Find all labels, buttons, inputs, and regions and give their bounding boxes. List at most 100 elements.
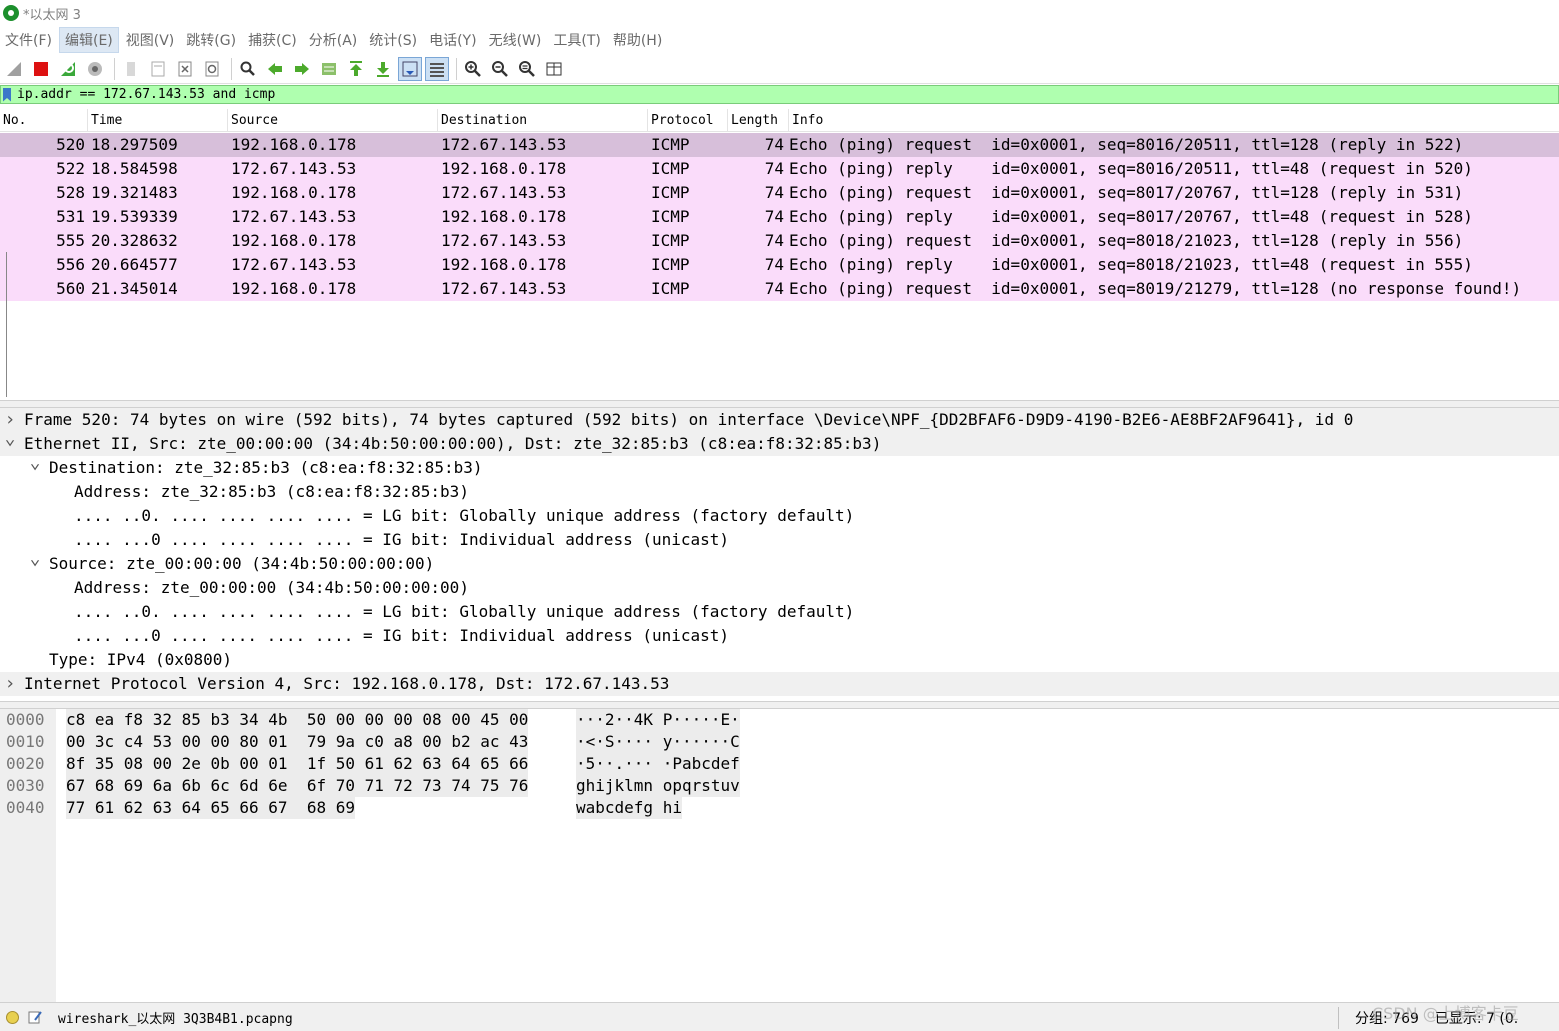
packet-row[interactable]: 531 19.539339 172.67.143.53 192.168.0.178 IC…: [0, 205, 1559, 229]
packet-row[interactable]: 556 20.664577 172.67.143.53 192.168.0.178 IC…: [0, 253, 1559, 277]
packet-destination: 172.67.143.53: [441, 231, 567, 250]
last-packet-icon[interactable]: [371, 57, 395, 81]
go-forward-icon[interactable]: [290, 57, 314, 81]
hex-offset[interactable]: 0020: [6, 753, 45, 775]
hex-bytes[interactable]: 8f 35 08 00 2e 0b 00 01 1f 50 61 62 63 6…: [66, 753, 529, 775]
column-header-destination[interactable]: Destination: [438, 109, 648, 131]
packet-rows: 520 18.297509 192.168.0.178 172.67.143.53 IC…: [0, 133, 1559, 301]
resize-columns-icon[interactable]: [542, 57, 566, 81]
zoom-out-icon[interactable]: [488, 57, 512, 81]
detail-tree-item[interactable]: ⌄ Source: zte_00:00:00 (34:4b:50:00:00:00…: [0, 548, 1559, 576]
menu-edit[interactable]: 编辑(E): [58, 27, 119, 53]
hex-offset[interactable]: 0000: [6, 709, 45, 731]
reload-file-icon[interactable]: [200, 57, 224, 81]
close-file-icon[interactable]: [173, 57, 197, 81]
go-to-packet-icon[interactable]: [317, 57, 341, 81]
packet-length: 74: [764, 159, 784, 178]
hex-ascii[interactable]: ···2··4K P·····E·: [576, 709, 740, 731]
packet-row[interactable]: 522 18.584598 172.67.143.53 192.168.0.178 IC…: [0, 157, 1559, 181]
shark-fin-start-icon[interactable]: [2, 57, 26, 81]
menu-file[interactable]: 文件(F): [0, 28, 57, 52]
detail-tree-item[interactable]: ⌄ Ethernet II, Src: zte_00:00:00 (34:4b:5…: [0, 428, 1559, 456]
detail-tree-item[interactable]: Address: zte_32:85:b3 (c8:ea:f8:32:85:b3…: [0, 480, 1559, 504]
packet-number: 522: [56, 159, 85, 178]
collapse-arrow-icon[interactable]: ⌄: [29, 547, 41, 571]
packet-bytes-pane: 0000 c8 ea f8 32 85 b3 34 4b 50 00 00 00 …: [0, 709, 1559, 1002]
hex-ascii[interactable]: ghijklmn opqrstuv: [576, 775, 740, 797]
normal-size-icon[interactable]: [515, 57, 539, 81]
collapse-arrow-icon[interactable]: ⌄: [4, 427, 16, 451]
hex-bytes[interactable]: 77 61 62 63 64 65 66 67 68 69: [66, 797, 355, 819]
menu-help[interactable]: 帮助(H): [608, 28, 667, 52]
menu-tools[interactable]: 工具(T): [548, 28, 605, 52]
hex-offset[interactable]: 0030: [6, 775, 45, 797]
filter-bookmark-icon[interactable]: [3, 87, 11, 102]
hex-offset[interactable]: 0010: [6, 731, 45, 753]
menu-analyze[interactable]: 分析(A): [304, 28, 363, 52]
detail-text: Frame 520: 74 bytes on wire (592 bits), …: [24, 410, 1354, 429]
expand-arrow-icon[interactable]: ›: [4, 672, 16, 696]
hex-offset[interactable]: 0040: [6, 797, 45, 819]
hex-ascii[interactable]: wabcdefg hi: [576, 797, 682, 819]
column-header-info[interactable]: Info: [789, 109, 1559, 131]
packet-row[interactable]: 528 19.321483 192.168.0.178 172.67.143.53 IC…: [0, 181, 1559, 205]
detail-tree-item[interactable]: .... ...0 .... .... .... .... = IG bit: …: [0, 624, 1559, 648]
packet-time: 20.328632: [91, 231, 178, 250]
menu-bar: 文件(F) 编辑(E) 视图(V) 跳转(G) 捕获(C) 分析(A) 统计(S…: [0, 26, 1559, 54]
packet-row[interactable]: 560 21.345014 192.168.0.178 172.67.143.53 IC…: [0, 277, 1559, 301]
go-back-icon[interactable]: [263, 57, 287, 81]
colorize-icon[interactable]: [425, 56, 449, 81]
packet-destination: 172.67.143.53: [441, 135, 567, 154]
stop-capture-icon[interactable]: [29, 57, 53, 81]
packet-info: Echo (ping) reply id=0x0001, seq=8016/20…: [789, 159, 1473, 178]
column-header-length[interactable]: Length: [728, 109, 789, 131]
detail-tree-item[interactable]: › Internet Protocol Version 4, Src: 192.1…: [0, 672, 1559, 696]
column-header-no[interactable]: No.: [0, 109, 88, 131]
hex-bytes[interactable]: 67 68 69 6a 6b 6c 6d 6e 6f 70 71 72 73 7…: [66, 775, 529, 797]
detail-tree-item[interactable]: ⌄ Destination: zte_32:85:b3 (c8:ea:f8:32:…: [0, 452, 1559, 480]
column-header-protocol[interactable]: Protocol: [648, 109, 728, 131]
packet-protocol: ICMP: [651, 159, 690, 178]
hex-bytes[interactable]: 00 3c c4 53 00 00 80 01 79 9a c0 a8 00 b…: [66, 731, 529, 753]
menu-view[interactable]: 视图(V): [121, 28, 180, 52]
capture-comment-icon[interactable]: [28, 1010, 42, 1024]
packet-row[interactable]: 520 18.297509 192.168.0.178 172.67.143.53 IC…: [0, 133, 1559, 157]
zoom-in-icon[interactable]: [461, 57, 485, 81]
expert-info-icon[interactable]: [6, 1010, 19, 1024]
detail-tree-item[interactable]: › Frame 520: 74 bytes on wire (592 bits),…: [0, 408, 1559, 432]
packet-time: 21.345014: [91, 279, 178, 298]
capture-options-icon[interactable]: [83, 57, 107, 81]
find-packet-icon[interactable]: [236, 57, 260, 81]
menu-wireless[interactable]: 无线(W): [484, 28, 547, 52]
save-file-icon[interactable]: [146, 57, 170, 81]
detail-text: .... ..0. .... .... .... .... = LG bit: …: [74, 602, 855, 621]
display-filter-input[interactable]: [17, 87, 1517, 102]
first-packet-icon[interactable]: [344, 57, 368, 81]
menu-capture[interactable]: 捕获(C): [243, 28, 302, 52]
packet-source: 192.168.0.178: [231, 135, 357, 154]
packet-info: Echo (ping) request id=0x0001, seq=8019/…: [789, 279, 1522, 298]
restart-capture-icon[interactable]: [56, 57, 80, 81]
detail-tree-item[interactable]: .... ..0. .... .... .... .... = LG bit: …: [0, 504, 1559, 528]
menu-statistics[interactable]: 统计(S): [364, 28, 422, 52]
hex-ascii[interactable]: ·5··.··· ·Pabcdef: [576, 753, 740, 775]
column-header-source[interactable]: Source: [228, 109, 438, 131]
packet-length: 74: [764, 255, 784, 274]
auto-scroll-icon[interactable]: [398, 56, 422, 81]
packet-row[interactable]: 555 20.328632 192.168.0.178 172.67.143.53 IC…: [0, 229, 1559, 253]
detail-tree-item[interactable]: Address: zte_00:00:00 (34:4b:50:00:00:00…: [0, 576, 1559, 600]
collapse-arrow-icon[interactable]: ⌄: [29, 451, 41, 475]
detail-tree-item[interactable]: .... ...0 .... .... .... .... = IG bit: …: [0, 528, 1559, 552]
column-header-time[interactable]: Time: [88, 109, 228, 131]
menu-telephony[interactable]: 电话(Y): [424, 28, 481, 52]
detail-tree-item[interactable]: Type: IPv4 (0x0800): [0, 648, 1559, 672]
menu-go[interactable]: 跳转(G): [181, 28, 241, 52]
hex-ascii[interactable]: ·<·S···· y······C: [576, 731, 740, 753]
pane-splitter[interactable]: [0, 400, 1559, 408]
toolbar-separator: [456, 57, 457, 80]
hex-bytes[interactable]: c8 ea f8 32 85 b3 34 4b 50 00 00 00 08 0…: [66, 709, 529, 731]
open-file-icon[interactable]: [119, 57, 143, 81]
detail-tree-item[interactable]: .... ..0. .... .... .... .... = LG bit: …: [0, 600, 1559, 624]
packet-length: 74: [764, 183, 784, 202]
pane-splitter[interactable]: [0, 701, 1559, 709]
